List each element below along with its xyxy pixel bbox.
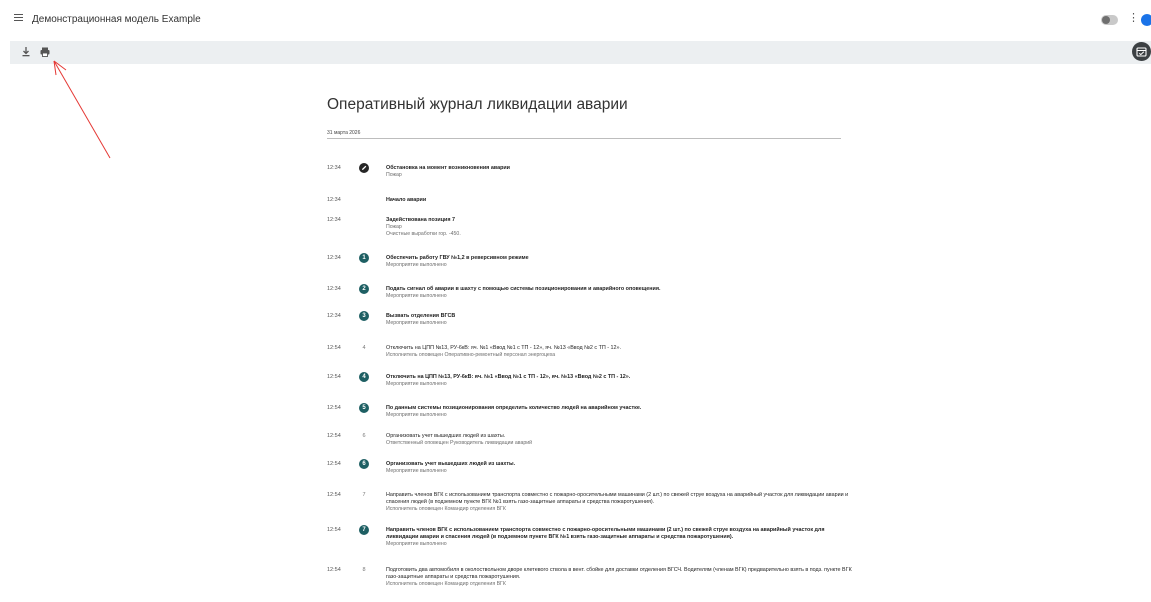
entry-time: 12:54 [327, 345, 341, 351]
report-date: 31 марта 2026 [327, 130, 361, 136]
entry-title: Обстановка на момент возникновения авари… [386, 165, 510, 171]
report-toolbar [10, 41, 1151, 64]
entry-detail: Ответственный оповещен Руководитель ликв… [386, 440, 533, 446]
entry-content: Начало аварии [386, 197, 856, 204]
step-number-badge: 6 [359, 459, 369, 469]
entry-title: Обеспечить работу ГВУ №1,2 в реверсивном… [386, 255, 529, 261]
entry-title: Задействована позиция 7 [386, 217, 456, 223]
entry-detail: Исполнитель оповещен Командир отделения … [386, 581, 506, 587]
entry-detail: Мероприятие выполнено [386, 412, 447, 418]
entry-detail: Исполнитель оповещен Оперативно-ремонтны… [386, 352, 556, 358]
entry-detail: Мероприятие выполнено [386, 468, 447, 474]
step-number: 6 [362, 433, 366, 439]
entry-content: Задействована позиция 7 Пожар Очистные выр… [386, 217, 856, 237]
entry-content: Организовать учет вышедших людей из шахт… [386, 461, 856, 475]
entry-content: Подготовить два автомобиля в околостволь… [386, 567, 856, 588]
entry-title: Отключить на ЦПП №13, РУ-6кВ: яч. №1 «Вв… [386, 345, 622, 351]
entry-time: 12:34 [327, 197, 341, 203]
step-number-badge: 3 [359, 311, 369, 321]
entry-time: 12:34 [327, 217, 341, 223]
entry-detail: Пожар [386, 224, 402, 230]
entry-title: Начало аварии [386, 197, 427, 203]
entry-title: Направить членов ВГК с использованием тр… [386, 492, 849, 505]
entry-title: Организовать учет вышедших людей из шахт… [386, 461, 516, 467]
entry-time: 12:54 [327, 374, 341, 380]
entry-content: Организовать учет вышедших людей из шахт… [386, 433, 856, 447]
entry-time: 12:54 [327, 433, 341, 439]
entry-time: 12:54 [327, 567, 341, 573]
step-number: 8 [362, 567, 366, 573]
page-title: Оперативный журнал ликвидации аварии [327, 96, 628, 113]
entry-content: Вызвать отделения ВГСВ Мероприятие выполн… [386, 313, 856, 327]
entry-content: Отключить на ЦПП №13, РУ-6кВ: яч. №1 «Вв… [386, 374, 856, 388]
entry-content: Направить членов ВГК с использованием тр… [386, 492, 856, 513]
entry-time: 12:54 [327, 405, 341, 411]
entry-time: 12:54 [327, 461, 341, 467]
entry-detail: Мероприятие выполнено [386, 541, 447, 547]
calendar-check-icon[interactable] [1132, 42, 1151, 61]
entry-time: 12:34 [327, 313, 341, 319]
step-number-badge: 2 [359, 284, 369, 294]
step-number: 7 [362, 492, 366, 498]
toggle-knob [1102, 16, 1110, 24]
toggle-switch[interactable] [1101, 15, 1118, 25]
entry-detail: Очистные выработки гор. -450. [386, 230, 461, 237]
print-icon[interactable] [38, 45, 52, 59]
step-number-badge: 1 [359, 253, 369, 263]
step-number: 4 [362, 345, 366, 351]
entry-time: 12:34 [327, 165, 341, 171]
entry-title: По данным системы позиционирования опред… [386, 405, 642, 411]
entry-content: По данным системы позиционирования опред… [386, 405, 856, 419]
divider [327, 138, 841, 139]
step-number-badge: 7 [359, 525, 369, 535]
entry-title: Подготовить два автомобиля в околостволь… [386, 567, 852, 580]
entry-title: Отключить на ЦПП №13, РУ-6кВ: яч. №1 «Вв… [386, 374, 631, 380]
entry-detail: Исполнитель оповещен Командир отделения … [386, 506, 506, 512]
entry-time: 12:34 [327, 255, 341, 261]
download-icon[interactable] [19, 45, 33, 59]
app-title: Демонстрационная модель Example [32, 14, 201, 25]
entry-detail: Мероприятие выполнено [386, 320, 447, 326]
entry-detail: Мероприятие выполнено [386, 262, 447, 268]
entry-content: Отключить на ЦПП №13, РУ-6кВ: яч. №1 «Вв… [386, 345, 856, 359]
account-icon[interactable] [1141, 14, 1151, 26]
entry-content: Обстановка на момент возникновения авари… [386, 165, 856, 179]
entry-detail: Пожар [386, 172, 402, 178]
entry-title: Направить членов ВГК с использованием тр… [386, 527, 825, 540]
entry-content: Подать сигнал об аварии в шахту с помощь… [386, 286, 856, 300]
entry-time: 12:54 [327, 527, 341, 533]
entry-content: Обеспечить работу ГВУ №1,2 в реверсивном… [386, 255, 856, 269]
entry-detail: Мероприятие выполнено [386, 293, 447, 299]
step-number-badge: 5 [359, 403, 369, 413]
entry-time: 12:34 [327, 286, 341, 292]
menu-icon[interactable] [14, 14, 23, 22]
entry-title: Организовать учет вышедших людей из шахт… [386, 433, 506, 439]
more-vert-icon[interactable]: ⋮ [1128, 13, 1139, 24]
entry-content: Направить членов ВГК с использованием тр… [386, 527, 856, 548]
step-number-badge: 4 [359, 372, 369, 382]
entry-time: 12:54 [327, 492, 341, 498]
entry-title: Подать сигнал об аварии в шахту с помощь… [386, 286, 661, 292]
entry-title: Вызвать отделения ВГСВ [386, 313, 456, 319]
pencil-icon [359, 163, 369, 173]
entry-detail: Мероприятие выполнено [386, 381, 447, 387]
app-bar: Демонстрационная модель Example ⋮ [0, 0, 1151, 38]
